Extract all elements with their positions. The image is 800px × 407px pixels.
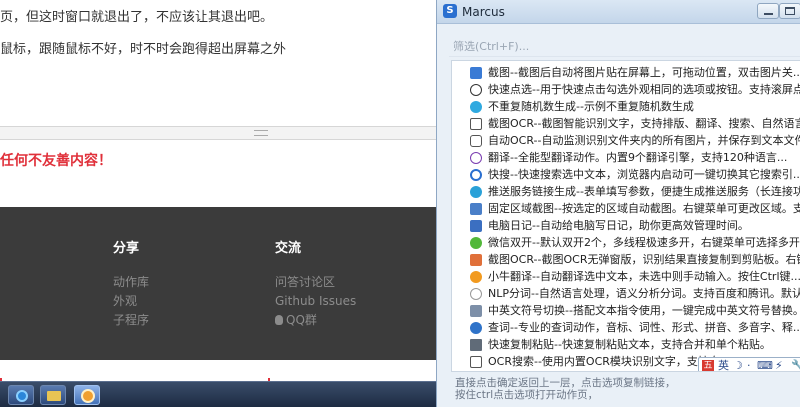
comment-text-line-2: 鼠标，跟随鼠标不好，时不时会跑得超出屏幕之外 [0,42,287,57]
nlp-icon [470,288,482,300]
hint-line-1: 直接点击确定返回上一层，点击选项复制链接， [455,377,676,389]
region-screenshot-icon [470,203,482,215]
ime-tool-icon[interactable]: ⚡ [775,359,783,371]
usage-hints: 直接点击确定返回上一层，点击选项复制链接， 按住ctrl点击选项打开动作页， [455,377,800,407]
auto-ocr-icon [470,135,482,147]
search-icon [470,169,482,181]
qq-icon [275,315,283,325]
footer-talk-title: 交流 [275,241,302,256]
diary-icon [470,220,482,232]
app-icon [81,389,95,403]
minimize-button[interactable] [757,3,779,19]
taskbar-explorer-button[interactable] [40,385,66,405]
ime-keyboard-icon[interactable]: ⌨ [757,359,773,371]
copy-icon [470,254,482,266]
ime-logo-icon: 五 [702,360,714,371]
footer-link-qa-forum[interactable]: 问答讨论区 [275,273,356,292]
filter-input[interactable]: 筛选(Ctrl+F)... [449,37,800,57]
lightbulb-icon [470,101,482,113]
footer-share-column: 分享 动作库 外观 子程序 [113,237,149,330]
ime-settings-icon[interactable]: 🔧 [791,359,800,371]
wechat-icon [470,237,482,249]
dictionary-icon [470,322,482,334]
taskbar [0,381,436,407]
browser-icon [16,390,28,402]
switch-icon [470,305,482,317]
ime-moon-icon[interactable]: ☽ [733,359,743,371]
taskbar-app-button[interactable] [74,385,100,405]
translate-icon [470,152,482,164]
window-title: Marcus [462,5,505,19]
ime-language-toggle[interactable]: 英 [718,359,729,371]
taskbar-ie-button[interactable] [8,385,34,405]
maximize-icon [785,7,795,15]
maximize-button[interactable] [779,3,800,19]
folder-icon [47,391,61,401]
qq-group-label: QQ群 [286,313,317,327]
footer-link-github-issues[interactable]: Github Issues [275,292,356,311]
image-icon [470,67,482,79]
ocr-icon [470,118,482,130]
ocr-search-icon [470,356,482,368]
check-circle-icon [470,84,482,96]
minimize-icon [764,13,773,15]
footer-link-qq-group[interactable]: QQ群 [275,311,356,330]
window-titlebar[interactable]: S Marcus [437,0,800,24]
warning-text: 任何不友善内容！ [0,153,112,169]
comment-text-line-1: 页，但这时窗口就退出了，不应该让其退出吧。 [0,10,274,25]
ime-toolbar[interactable]: 五 英 ☽ · ⌨ ⚡ 🔧 [698,357,800,371]
app-logo-icon: S [443,4,457,18]
hint-line-2: 按住ctrl点击选项打开动作页， [455,389,599,401]
footer-share-title: 分享 [113,241,140,256]
ime-punctuation-icon[interactable]: · [747,359,751,371]
footer-link-appearance[interactable]: 外观 [113,292,149,311]
footer-talk-column: 交流 问答讨论区 Github Issues QQ群 [275,237,356,330]
paste-icon [470,339,482,351]
push-service-icon [470,186,482,198]
calf-icon [470,271,482,283]
grip-icon [254,130,268,136]
marcus-window: S Marcus 筛选(Ctrl+F)... 截图--截图后自动将图片贴在屏幕上… [436,0,800,407]
footer-link-subroutine[interactable]: 子程序 [113,311,149,330]
action-list: 截图--截图后自动将图片贴在屏幕上，可拖动位置，双击图片关... 快速点选--用… [451,60,800,372]
footer-link-action-library[interactable]: 动作库 [113,273,149,292]
